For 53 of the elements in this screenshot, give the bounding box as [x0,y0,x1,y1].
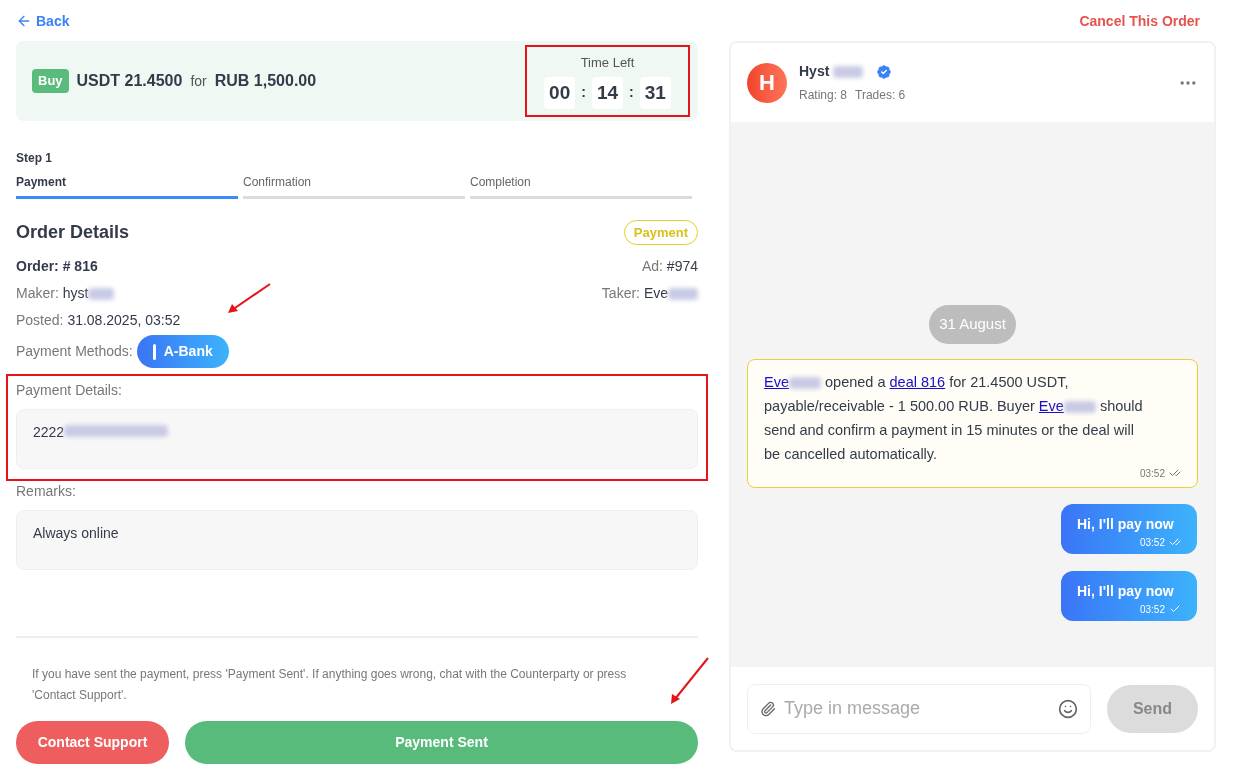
timer-digits: 14 [591,76,624,109]
payment-methods-label: Payment Methods: [16,342,133,361]
blurred-text [668,287,698,300]
system-message-text: Eve opened a deal 816 for 21.4500 USDT, payable/receivable - 1 500.00 RUB. Buyer Eve should send and confirm a payment in 15 minutes or the deal will be cancelled automatically. [764,372,1144,464]
posted-info: Posted: 31.08.2025, 03:52 [16,311,182,330]
avatar: H [747,62,787,103]
trades-text: Trades: 6 [855,87,906,104]
for-label: for [190,71,207,91]
step-caption: Step 1 [16,150,53,167]
time-left-label: Time Left [580,54,635,72]
message-link[interactable]: deal 816 [889,373,946,390]
paperclip-icon[interactable] [760,700,776,717]
step-tab[interactable]: Confirmation [243,173,465,199]
contact-support-button[interactable]: Contact Support [16,721,169,764]
remarks-field: Always online [16,510,698,570]
timer-digits: 00 [544,76,576,109]
payment-details-value: 2222 [33,423,65,442]
message-input-field[interactable]: Type in message [784,695,1050,722]
message-link[interactable]: Eve [764,373,789,390]
order-details-title: Order Details [16,221,130,244]
timer-digits: 31 [639,76,671,109]
cancel-order-link[interactable]: Cancel This Order [1079,10,1200,32]
asset-amount: USDT 21.4500 [76,71,183,91]
message-link[interactable]: Eve [1038,397,1064,414]
remarks-label: Remarks: [16,482,77,501]
timer-separator: : [581,83,586,103]
date-chip: 31 August [929,305,1016,344]
step-tab[interactable]: Payment [16,173,238,199]
message-time: 03:52 [1139,466,1165,481]
annotation-arrow [670,657,710,705]
annotation-arrow [226,283,272,315]
timer-separator: : [629,83,634,103]
message-input-box[interactable]: Type in message [747,683,1091,734]
message-text: Hi, I'll pay now [1077,581,1175,601]
maker-info: Maker: hyst [16,284,89,303]
ad-number: Ad: #974 [641,257,698,276]
step-tab[interactable]: Completion [470,173,692,199]
counterparty-name: Hyst [799,62,830,81]
buy-badge: Buy [32,69,69,93]
order-number: Order: # 816 [16,257,98,276]
message-text: Hi, I'll pay now [1077,514,1175,534]
payment-method-chip: A-Bank [136,335,229,368]
fiat-amount: RUB 1,500.00 [214,71,317,91]
blurred-text [833,65,864,78]
help-text: If you have sent the payment, press 'Payment Sent'. If anything goes wrong, chat with the Counterparty or press 'Contact Support'. [32,666,628,704]
message-time: 03:52 [1139,602,1165,617]
message-time: 03:52 [1139,535,1165,550]
blurred-text [88,287,115,300]
emoji-icon[interactable] [1058,698,1078,719]
back-link[interactable]: Back [16,10,70,32]
payment-details-label: Payment Details: [16,381,123,400]
rating-text: Rating: 8 [799,87,848,104]
taker-info: Taker: Eve [601,284,668,303]
